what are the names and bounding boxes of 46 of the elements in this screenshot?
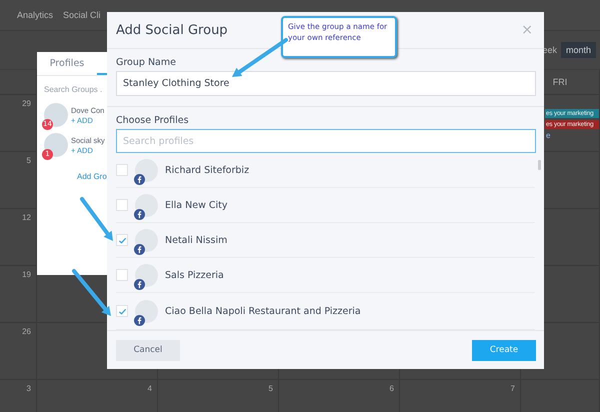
profile-name: Ciao Bella Napoli Restaurant and Pizzeria	[165, 306, 361, 316]
f-badge-icon	[134, 244, 145, 254]
day-number: 19	[22, 270, 31, 279]
add-group-link[interactable]: Add Gro	[77, 172, 107, 181]
day-header: FRI	[552, 77, 568, 87]
avatar-image	[44, 103, 68, 127]
cancel-button[interactable]: Cancel	[116, 340, 180, 360]
day-number: 7	[510, 384, 515, 393]
profile-name: Netali Nissim	[165, 234, 228, 246]
arrow	[72, 269, 111, 316]
checkbox[interactable]	[116, 234, 128, 246]
day-number: 5	[26, 156, 31, 165]
view-button[interactable]: month	[560, 42, 596, 58]
search-field[interactable]: Search profiles	[116, 129, 536, 153]
field-label: Choose Profiles	[116, 115, 190, 126]
arrow	[232, 38, 288, 77]
search-field[interactable]: Search Groups .	[44, 83, 106, 96]
profile-name: Richard Siteforbiz	[165, 164, 250, 176]
f-badge-icon	[134, 314, 145, 326]
checkbox[interactable]	[116, 164, 128, 176]
f-badge-icon	[134, 174, 145, 184]
create-button[interactable]: Create	[472, 340, 536, 360]
day-number: 5	[268, 384, 273, 393]
field-label: Group Name	[116, 57, 177, 68]
nav-link[interactable]: Social Cli	[63, 10, 101, 20]
day-number: 26	[22, 327, 31, 336]
nav-link[interactable]: Analytics	[17, 10, 54, 20]
day-number: 12	[22, 213, 31, 222]
avatar-image	[44, 133, 68, 157]
f-badge-icon	[134, 278, 145, 290]
day-number: 4	[148, 384, 152, 393]
arrow	[80, 197, 113, 241]
panel-tab[interactable]: Profiles	[37, 52, 97, 75]
f-badge-icon	[134, 208, 145, 220]
checkbox[interactable]	[116, 269, 128, 281]
more-link[interactable]: e	[545, 131, 599, 140]
scrollbar-thumb[interactable]	[538, 160, 541, 170]
day-number: 3	[26, 384, 31, 393]
group-name-field[interactable]: Stanley Clothing Store	[116, 71, 536, 96]
dialog-title: Add Social Group	[116, 22, 228, 38]
checkbox[interactable]	[116, 305, 128, 317]
day-number: 6	[390, 384, 394, 393]
checkbox[interactable]	[116, 199, 128, 211]
day-number: 29	[22, 99, 31, 108]
profile-name: Sals Pizzeria	[165, 270, 224, 280]
profile-name: Ella New City	[165, 200, 228, 210]
